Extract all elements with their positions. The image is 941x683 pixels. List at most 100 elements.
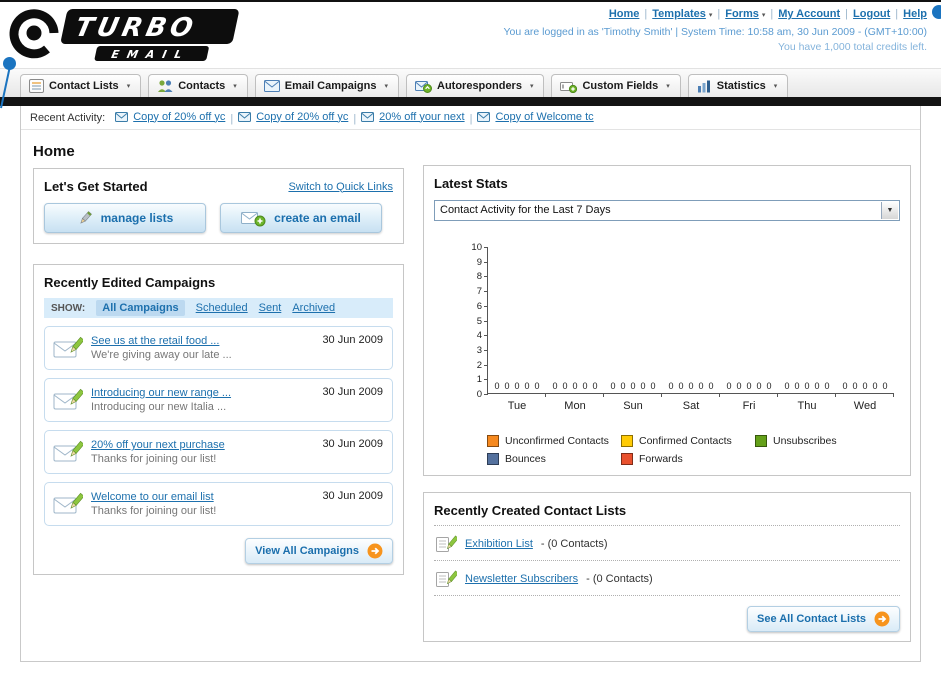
- see-all-contact-lists-button[interactable]: See All Contact Lists: [746, 606, 900, 632]
- latest-stats-title: Latest Stats: [434, 176, 508, 191]
- contact-list-count: - (0 Contacts): [586, 572, 653, 585]
- datapoint-group: 00000: [778, 381, 836, 391]
- autoresponders-icon: [415, 80, 432, 93]
- campaigns-title: Recently Edited Campaigns: [44, 275, 216, 290]
- logo-graphic: TURBO EMAIL: [9, 9, 239, 61]
- campaign-edit-icon: [53, 387, 83, 414]
- datapoint-group: 00000: [720, 381, 778, 391]
- switch-quick-links-link[interactable]: Switch to Quick Links: [288, 181, 393, 193]
- recent-activity-link[interactable]: Copy of 20% off yc: [133, 111, 225, 123]
- view-all-campaigns-label: View All Campaigns: [255, 545, 359, 557]
- view-all-campaigns-button[interactable]: View All Campaigns: [245, 538, 393, 564]
- turbo-email-logo[interactable]: TURBO EMAIL: [6, 5, 274, 65]
- filter-sent[interactable]: Sent: [259, 302, 282, 314]
- filter-all-campaigns[interactable]: All Campaigns: [96, 300, 185, 316]
- recent-activity-link[interactable]: 20% off your next: [379, 111, 464, 123]
- tab-custom-fields[interactable]: Custom Fields ▾: [551, 74, 681, 97]
- recent-activity-item[interactable]: 20% off your next: [361, 111, 465, 123]
- datapoint-group: 00000: [488, 381, 546, 391]
- campaign-list-item[interactable]: 20% off your next purchase Thanks for joi…: [44, 430, 393, 474]
- y-axis-tick: [484, 291, 488, 293]
- datapoint-group: 00000: [604, 381, 662, 391]
- legend-label: Forwards: [639, 453, 683, 465]
- recent-activity-item[interactable]: Copy of 20% off yc: [238, 111, 348, 123]
- y-axis-tick: [484, 261, 488, 263]
- tab-statistics[interactable]: Statistics ▾: [687, 74, 789, 97]
- y-axis-tick: [484, 305, 488, 307]
- campaign-title-link[interactable]: Introducing our new range ...: [91, 387, 231, 399]
- y-axis-tick-label: 1: [476, 374, 482, 386]
- chart-plot-area: 0 1 2 3 4 5 6 7 8 9 10 0 0 0 0 0 Tue 0 0 0 0 0 Mon 0 0 0 0 0 Sun 0 0 0 0…: [471, 242, 894, 412]
- campaign-title-link[interactable]: 20% off your next purchase: [91, 439, 225, 451]
- manage-lists-label: manage lists: [100, 211, 174, 225]
- datapoint-label: 0: [494, 381, 500, 391]
- recent-activity-bar: Recent Activity: Copy of 20% off yc | Copy…: [21, 106, 920, 130]
- contact-list-link[interactable]: Newsletter Subscribers: [465, 573, 578, 585]
- legend-item-forwards: Forwards: [621, 453, 755, 465]
- x-axis-label: Fri: [742, 400, 756, 412]
- filter-scheduled[interactable]: Scheduled: [196, 302, 248, 314]
- chevron-down-icon: ▾: [761, 12, 766, 19]
- top-nav-forms[interactable]: Forms ▾: [725, 8, 765, 20]
- get-started-title: Let's Get Started: [44, 179, 148, 194]
- datapoint-label: 0: [640, 381, 646, 391]
- campaign-title-link[interactable]: See us at the retail food ...: [91, 335, 232, 347]
- contact-list-item[interactable]: Exhibition List - (0 Contacts): [434, 526, 900, 561]
- x-axis-tick: [603, 393, 604, 397]
- campaign-list-item[interactable]: Introducing our new range ... Introducing…: [44, 378, 393, 422]
- email-icon: [361, 111, 375, 122]
- tab-email-campaigns[interactable]: Email Campaigns ▾: [254, 74, 399, 97]
- see-all-contact-lists-label: See All Contact Lists: [756, 613, 866, 625]
- x-axis-label: Thu: [797, 400, 817, 412]
- y-axis-tick: [484, 276, 488, 278]
- login-info: You are logged in as 'Timothy Smith' | S…: [503, 26, 927, 38]
- logo-title-text: TURBO: [72, 13, 199, 43]
- divider: |: [644, 8, 648, 20]
- manage-lists-button[interactable]: manage lists: [44, 203, 206, 233]
- filter-archived[interactable]: Archived: [292, 302, 335, 314]
- recent-activity-link[interactable]: Copy of Welcome tc: [495, 111, 593, 123]
- datapoint-label: 0: [794, 381, 800, 391]
- top-nav-help[interactable]: Help: [903, 8, 927, 20]
- email-plus-icon: [241, 210, 266, 227]
- campaign-subtitle: Introducing our new Italia ...: [91, 401, 227, 413]
- recent-activity-label: Recent Activity:: [30, 111, 106, 124]
- recent-activity-item[interactable]: Copy of Welcome tc: [477, 111, 594, 123]
- stats-range-select[interactable]: Contact Activity for the Last 7 Days ▼: [434, 200, 900, 221]
- datapoint-label: 0: [534, 381, 540, 391]
- datapoint-label: 0: [736, 381, 742, 391]
- tab-autoresponders[interactable]: Autoresponders ▾: [406, 74, 545, 97]
- legend-label: Confirmed Contacts: [639, 435, 732, 447]
- create-email-button[interactable]: create an email: [220, 203, 382, 233]
- contact-list-link[interactable]: Exhibition List: [465, 538, 533, 550]
- datapoint-label: 0: [726, 381, 732, 391]
- contact-lists-title: Recently Created Contact Lists: [434, 503, 627, 518]
- tab-contact-lists[interactable]: Contact Lists ▾: [20, 74, 142, 97]
- campaign-list-item[interactable]: Welcome to our email list Thanks for join…: [44, 482, 393, 526]
- recent-activity-item[interactable]: Copy of 20% off yc: [115, 111, 225, 123]
- y-axis-tick: [484, 247, 488, 248]
- datapoint-label: 0: [582, 381, 588, 391]
- campaign-edit-icon: [53, 491, 83, 518]
- legend-item-bounces: Bounces: [487, 453, 621, 465]
- chevron-down-icon: ▾: [126, 83, 131, 90]
- chevron-down-icon: ▾: [666, 83, 670, 90]
- recent-activity-link[interactable]: Copy of 20% off yc: [256, 111, 348, 123]
- top-nav-home[interactable]: Home: [609, 8, 640, 20]
- datapoint-label: 0: [698, 381, 704, 391]
- datapoint-label: 0: [862, 381, 868, 391]
- get-started-panel: Let's Get Started Switch to Quick Links: [33, 168, 404, 244]
- tab-label: Contact Lists: [49, 80, 119, 92]
- campaign-title-link[interactable]: Welcome to our email list: [91, 491, 216, 503]
- campaign-list-item[interactable]: See us at the retail food ... We're givin…: [44, 326, 393, 370]
- top-nav-my-account[interactable]: My Account: [778, 8, 840, 20]
- legend-swatch: [621, 435, 633, 447]
- campaign-edit-icon: [53, 439, 83, 466]
- legend-label: Unconfirmed Contacts: [505, 435, 609, 447]
- top-nav-logout[interactable]: Logout: [853, 8, 890, 20]
- campaign-subtitle: Thanks for joining our list!: [91, 505, 217, 517]
- contact-list-item[interactable]: Newsletter Subscribers - (0 Contacts): [434, 561, 900, 596]
- top-nav-templates[interactable]: Templates ▾: [652, 8, 712, 20]
- tab-contacts[interactable]: Contacts ▾: [148, 74, 248, 97]
- datapoint-group: 00000: [546, 381, 604, 391]
